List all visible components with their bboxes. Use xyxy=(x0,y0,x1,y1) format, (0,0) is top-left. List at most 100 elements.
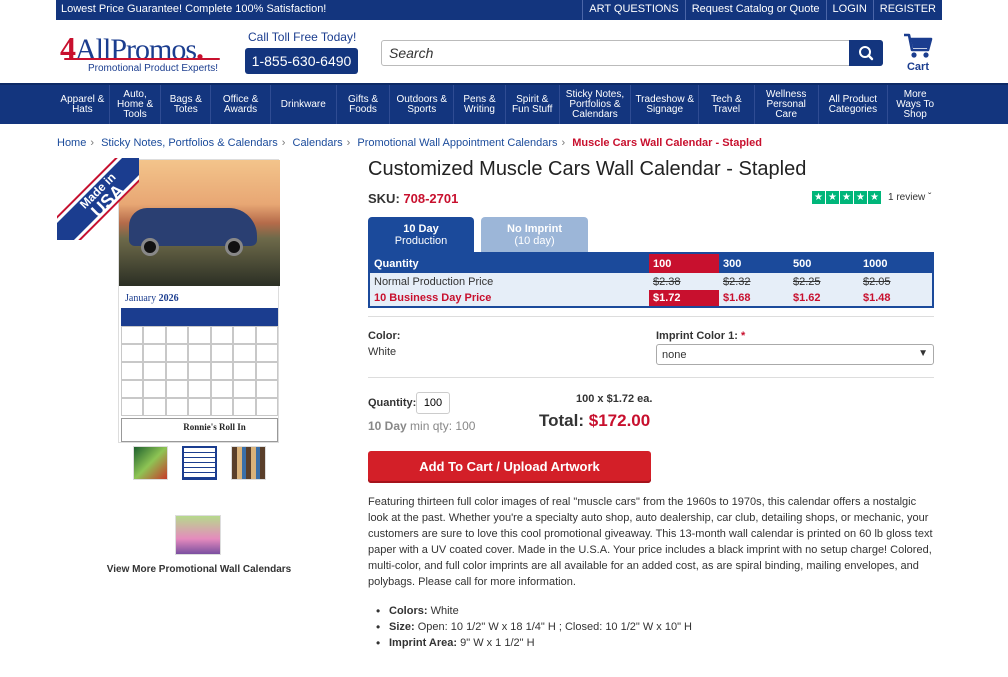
more-calendars-image[interactable] xyxy=(175,515,221,555)
total-amount: $172.00 xyxy=(588,411,651,430)
promo-text: Lowest Price Guarantee! Complete 100% Sa… xyxy=(61,3,327,15)
qty-col-500[interactable]: 500 xyxy=(789,253,859,273)
calendar-grid xyxy=(121,308,278,416)
top-bar: Lowest Price Guarantee! Complete 100% Sa… xyxy=(0,0,1008,20)
more-calendars-link[interactable]: View More Promotional Wall Calendars xyxy=(57,564,341,575)
thumbnail-3[interactable] xyxy=(231,446,266,480)
color-label: Color: xyxy=(368,330,401,342)
calendar-imprint-ad: Ronnie's Roll In xyxy=(121,418,278,442)
tab-no-imprint[interactable]: No Imprint (10 day) xyxy=(481,217,588,252)
breadcrumb-calendars[interactable]: Calendars xyxy=(293,137,343,149)
nav-spirit-fun[interactable]: Spirit & Fun Stuff xyxy=(506,85,560,124)
breadcrumb-current: Muscle Cars Wall Calendar - Stapled xyxy=(572,137,762,149)
spec-list: Colors: White Size: Open: 10 1/2" W x 18… xyxy=(376,603,692,651)
art-questions-link[interactable]: ART QUESTIONS xyxy=(582,0,684,20)
color-value: White xyxy=(368,346,397,358)
review-count-link[interactable]: 1 review ˇ xyxy=(888,192,931,203)
business-price-cell: $1.48 xyxy=(859,290,933,307)
cart-button[interactable]: Cart xyxy=(902,32,934,73)
unit-price-summary: 100 x $1.72 ea. xyxy=(576,393,653,405)
star-icon: ★ xyxy=(840,191,853,204)
normal-price-cell: $2.05 xyxy=(859,273,933,290)
main-product-image[interactable]: January 2026 Ronnie's Roll In xyxy=(118,159,280,443)
breadcrumb: Home › Sticky Notes, Portfolios & Calenda… xyxy=(57,137,762,149)
breadcrumb-sep: › xyxy=(90,137,95,149)
car-wheel xyxy=(225,238,243,256)
toll-free-label: Call Toll Free Today! xyxy=(248,30,357,44)
divider xyxy=(368,316,934,317)
breadcrumb-sep: › xyxy=(281,137,286,149)
order-total: Total: $172.00 xyxy=(539,411,651,430)
spec-item: Colors: White xyxy=(376,603,692,619)
chevron-down-icon: ▼ xyxy=(918,348,928,359)
normal-price-cell: $2.32 xyxy=(719,273,789,290)
made-in-usa-ribbon: Made in USA xyxy=(57,158,139,240)
star-icon: ★ xyxy=(812,191,825,204)
tab-10-day-production[interactable]: 10 Day Production xyxy=(368,217,474,252)
qty-col-1000[interactable]: 1000 xyxy=(859,253,933,273)
thumbnail-1[interactable] xyxy=(133,446,168,480)
nav-sticky-notes[interactable]: Sticky Notes, Portfolios & Calendars xyxy=(560,85,632,124)
normal-price-cell: $2.25 xyxy=(789,273,859,290)
nav-auto-home-tools[interactable]: Auto, Home & Tools xyxy=(110,85,162,124)
nav-gifts-foods[interactable]: Gifts & Foods xyxy=(337,85,391,124)
top-bar-inner: Lowest Price Guarantee! Complete 100% Sa… xyxy=(56,0,942,20)
logo-wordmark: 4AllPromos. xyxy=(60,30,204,66)
breadcrumb-sticky-notes[interactable]: Sticky Notes, Portfolios & Calendars xyxy=(101,137,278,149)
top-links: ART QUESTIONS Request Catalog or Quote L… xyxy=(582,0,942,20)
imprint-color-select[interactable]: none ▼ xyxy=(656,344,934,365)
breadcrumb-home[interactable]: Home xyxy=(57,137,86,149)
nav-tech-travel[interactable]: Tech & Travel xyxy=(699,85,755,124)
qty-col-100[interactable]: 100 xyxy=(649,253,719,273)
cart-label: Cart xyxy=(906,61,929,73)
nav-office-awards[interactable]: Office & Awards xyxy=(211,85,271,124)
search-icon xyxy=(859,46,874,61)
divider xyxy=(368,377,934,378)
imprint-color-value: none xyxy=(662,349,687,361)
nav-outdoors-sports[interactable]: Outdoors & Sports xyxy=(390,85,455,124)
qty-header: Quantity xyxy=(369,253,649,273)
nav-tradeshow-signage[interactable]: Tradeshow & Signage xyxy=(631,85,700,124)
qty-col-300[interactable]: 300 xyxy=(719,253,789,273)
breadcrumb-wall-calendars[interactable]: Promotional Wall Appointment Calendars xyxy=(357,137,557,149)
nav-apparel-hats[interactable]: Apparel & Hats xyxy=(56,85,110,124)
normal-price-row: Normal Production Price $2.38 $2.32 $2.2… xyxy=(369,273,933,290)
normal-price-label: Normal Production Price xyxy=(369,273,649,290)
sku-line: SKU: 708-2701 xyxy=(368,191,459,206)
search-input[interactable] xyxy=(382,41,842,65)
search-button[interactable] xyxy=(849,40,883,66)
thumbnail-strip xyxy=(133,446,266,480)
spec-item: Imprint Area: 9" W x 1 1/2" H xyxy=(376,635,692,651)
star-icon: ★ xyxy=(854,191,867,204)
product-description: Featuring thirteen full color images of … xyxy=(368,496,933,588)
made-in-usa-badge: Made in USA xyxy=(57,158,139,240)
nav-bags-totes[interactable]: Bags & Totes xyxy=(161,85,212,124)
business-price-cell: $1.62 xyxy=(789,290,859,307)
nav-drinkware[interactable]: Drinkware xyxy=(271,85,337,124)
request-catalog-link[interactable]: Request Catalog or Quote xyxy=(684,0,826,20)
add-to-cart-button[interactable]: Add To Cart / Upload Artwork xyxy=(368,451,651,483)
product-title: Customized Muscle Cars Wall Calendar - S… xyxy=(368,158,807,180)
nav-all-categories[interactable]: All Product Categories xyxy=(819,85,889,124)
site-logo[interactable]: 4AllPromos. Promotional Product Experts! xyxy=(60,30,220,74)
phone-button[interactable]: 1-855-630-6490 xyxy=(245,48,358,74)
price-table-header: Quantity 100 300 500 1000 xyxy=(369,253,933,273)
trustpilot-stars[interactable]: ★ ★ ★ ★ ★ xyxy=(812,191,881,204)
calendar-month-label: January 2026 xyxy=(125,293,179,304)
min-qty-note: 10 Day min qty: 100 xyxy=(368,419,476,433)
nav-pens-writing[interactable]: Pens & Writing xyxy=(454,85,506,124)
sku-number: 708-2701 xyxy=(403,191,459,206)
login-link[interactable]: LOGIN xyxy=(825,0,873,20)
business-day-price-row: 10 Business Day Price $1.72 $1.68 $1.62 … xyxy=(369,290,933,307)
star-icon: ★ xyxy=(826,191,839,204)
quantity-input[interactable] xyxy=(416,392,450,414)
thumbnail-2-selected[interactable] xyxy=(182,446,217,480)
nav-wellness[interactable]: Wellness Personal Care xyxy=(755,85,819,124)
price-table: Quantity 100 300 500 1000 Normal Product… xyxy=(368,252,934,308)
logo-underline xyxy=(64,58,220,60)
business-price-cell: $1.68 xyxy=(719,290,789,307)
register-link[interactable]: REGISTER xyxy=(872,0,942,20)
nav-more-ways[interactable]: More Ways To Shop xyxy=(888,85,942,124)
normal-price-cell: $2.38 xyxy=(649,273,719,290)
star-icon: ★ xyxy=(868,191,881,204)
